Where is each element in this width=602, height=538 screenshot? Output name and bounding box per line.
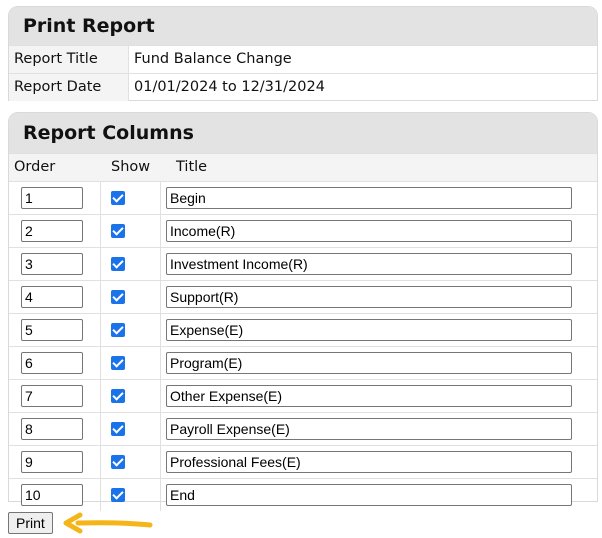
report-date-label: Report Date: [9, 74, 129, 101]
table-row: [9, 181, 597, 214]
table-row: [9, 379, 597, 412]
show-checkbox[interactable]: [111, 257, 125, 271]
show-checkbox[interactable]: [111, 356, 125, 370]
order-column-header: Order: [14, 159, 56, 175]
table-row: [9, 445, 597, 478]
report-date-row: Report Date 01/01/2024 to 12/31/2024: [9, 73, 597, 101]
title-column-header: Title: [176, 159, 208, 175]
title-input[interactable]: [166, 220, 572, 242]
print-report-heading: Print Report: [9, 7, 597, 45]
order-input[interactable]: [21, 286, 83, 308]
title-input[interactable]: [166, 187, 572, 209]
table-row: [9, 478, 597, 511]
report-date-value: 01/01/2024 to 12/31/2024: [134, 79, 325, 95]
show-checkbox[interactable]: [111, 224, 125, 238]
columns-header-row: Order Show Title: [9, 153, 597, 181]
title-input[interactable]: [166, 352, 572, 374]
table-row: [9, 214, 597, 247]
show-checkbox[interactable]: [111, 422, 125, 436]
order-input[interactable]: [21, 385, 83, 407]
print-button[interactable]: Print: [8, 512, 53, 534]
show-checkbox[interactable]: [111, 191, 125, 205]
title-input[interactable]: [166, 385, 572, 407]
show-checkbox[interactable]: [111, 323, 125, 337]
report-columns-heading: Report Columns: [9, 113, 597, 153]
title-input[interactable]: [166, 451, 572, 473]
print-report-panel: Print Report Report Title Fund Balance C…: [8, 6, 598, 101]
table-row: [9, 412, 597, 445]
show-checkbox[interactable]: [111, 389, 125, 403]
order-input[interactable]: [21, 451, 83, 473]
order-input[interactable]: [21, 418, 83, 440]
arrow-left-icon: [63, 512, 153, 534]
table-row: [9, 313, 597, 346]
order-input[interactable]: [21, 319, 83, 341]
title-input[interactable]: [166, 286, 572, 308]
order-input[interactable]: [21, 253, 83, 275]
title-input[interactable]: [166, 484, 572, 506]
order-input[interactable]: [21, 484, 83, 506]
order-input[interactable]: [21, 187, 83, 209]
title-input[interactable]: [166, 418, 572, 440]
table-row: [9, 280, 597, 313]
table-row: [9, 247, 597, 280]
order-input[interactable]: [21, 352, 83, 374]
show-checkbox[interactable]: [111, 488, 125, 502]
title-input[interactable]: [166, 319, 572, 341]
report-title-label: Report Title: [9, 46, 129, 73]
order-input[interactable]: [21, 220, 83, 242]
show-checkbox[interactable]: [111, 455, 125, 469]
title-input[interactable]: [166, 253, 572, 275]
show-checkbox[interactable]: [111, 290, 125, 304]
report-columns-panel: Report Columns Order Show Title: [8, 112, 598, 511]
report-title-value: Fund Balance Change: [134, 51, 292, 67]
report-title-row: Report Title Fund Balance Change: [9, 45, 597, 73]
table-row: [9, 346, 597, 379]
show-column-header: Show: [111, 159, 151, 175]
